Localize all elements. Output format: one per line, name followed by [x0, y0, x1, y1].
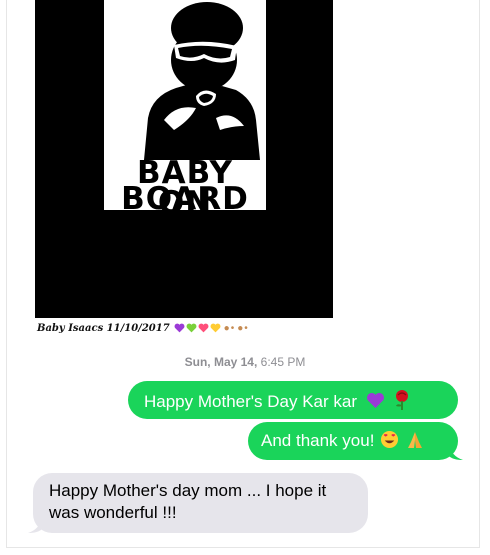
message-text: And thank you! [261, 431, 375, 450]
heart-eyes-icon [381, 430, 399, 449]
timestamp-day: Sun, May 14, [184, 355, 258, 369]
footprints-icon: ●• [237, 322, 249, 334]
sent-message-bubble[interactable]: Happy Mother's Day Kar kar [128, 381, 458, 419]
footprints-icon: ●• [223, 322, 236, 334]
green-heart-icon [186, 323, 197, 333]
baby-silhouette-icon [144, 2, 260, 160]
yellow-heart-icon [210, 323, 221, 333]
caption-emojis: ●• ●• [174, 323, 249, 334]
red-heart-icon [198, 323, 209, 333]
sent-message-bubble[interactable]: And thank you! [248, 422, 463, 460]
timestamp-time: 6:45 PM [260, 355, 306, 369]
rose-icon [396, 390, 409, 410]
message-timestamp: Sun, May 14, 6:45 PM [0, 355, 490, 369]
bubble-tail [449, 444, 463, 460]
bubble-tail [28, 517, 42, 533]
message-text: Happy Mother's Day Kar kar [144, 392, 357, 411]
baby-on-board-sticker: BABY ON BOARD [104, 0, 266, 210]
sticker-line-2: BOARD [121, 181, 249, 211]
message-text: Happy Mother's day mom ... I hope it was… [49, 481, 327, 522]
praying-hands-icon [407, 432, 422, 448]
image-caption: Baby Isaacs 11/10/2017 ●• ●• [37, 320, 249, 336]
image-attachment[interactable]: BABY ON BOARD [35, 0, 333, 318]
purple-heart-icon [174, 323, 185, 333]
purple-heart-icon [366, 392, 384, 409]
received-message-bubble[interactable]: Happy Mother's day mom ... I hope it was… [28, 473, 368, 533]
caption-text: Baby Isaacs 11/10/2017 [37, 322, 170, 334]
